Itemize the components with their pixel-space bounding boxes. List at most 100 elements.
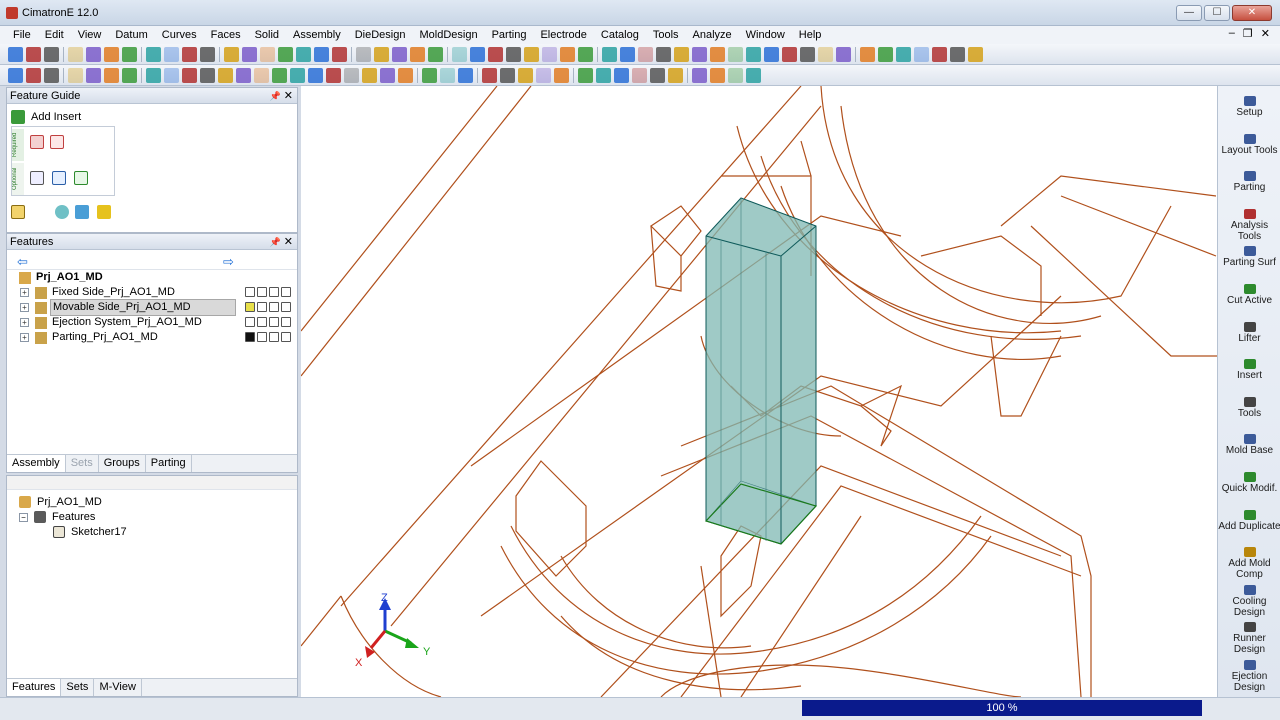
toolbar-tool-icon[interactable] — [518, 68, 533, 83]
add-insert-row[interactable]: Add Insert — [11, 110, 81, 124]
panel-cooling-design[interactable]: Cooling Design — [1218, 584, 1280, 618]
toolbar-tool-icon[interactable] — [728, 47, 743, 62]
menu-curves[interactable]: Curves — [155, 26, 204, 44]
toolbar-tool-icon[interactable] — [200, 68, 215, 83]
apply-icon[interactable] — [55, 205, 69, 219]
toolbar-tool-icon[interactable] — [710, 68, 725, 83]
asm-sketcher-node[interactable]: Sketcher17 — [53, 526, 127, 538]
required-step-1-icon[interactable] — [30, 135, 44, 149]
tab-m-view[interactable]: M-View — [94, 679, 142, 696]
toolbar-tool-icon[interactable] — [932, 47, 947, 62]
visibility-icon[interactable] — [245, 317, 255, 327]
tree-item-movable-side[interactable]: + Movable Side_Prj_AO1_MD — [7, 299, 293, 316]
toolbar-tool-icon[interactable] — [374, 47, 389, 62]
menu-tools[interactable]: Tools — [646, 26, 686, 44]
toolbar-tool-icon[interactable] — [692, 47, 707, 62]
toolbar-tool-icon[interactable] — [290, 68, 305, 83]
optional-step-2-icon[interactable] — [52, 171, 66, 185]
toolbar-tool-icon[interactable] — [380, 68, 395, 83]
visibility-icon[interactable] — [245, 332, 255, 342]
graphics-viewport[interactable]: Z Y X — [301, 86, 1217, 697]
pin-icon[interactable]: 📌 — [270, 234, 281, 250]
toolbar-tool-icon[interactable] — [428, 47, 443, 62]
panel-mold-base[interactable]: Mold Base — [1218, 434, 1280, 456]
toolbar-tool-icon[interactable] — [86, 47, 101, 62]
toolbar-tool-icon[interactable] — [914, 47, 929, 62]
tree-item-fixed-side[interactable]: + Fixed Side_Prj_AO1_MD — [7, 285, 293, 300]
toolbar-tool-icon[interactable] — [164, 47, 179, 62]
toolbar-tool-icon[interactable] — [602, 47, 617, 62]
close-icon[interactable]: ✕ — [284, 88, 293, 104]
panel-setup[interactable]: Setup — [1218, 96, 1280, 118]
toolbar-tool-icon[interactable] — [224, 47, 239, 62]
toolbar-tool-icon[interactable] — [452, 47, 467, 62]
guide-mode-icon[interactable] — [11, 205, 25, 219]
toolbar-tool-icon[interactable] — [422, 68, 437, 83]
toolbar-tool-icon[interactable] — [500, 68, 515, 83]
close-icon[interactable]: ✕ — [284, 234, 293, 250]
tab-features[interactable]: Features — [7, 679, 62, 696]
tab-sets[interactable]: Sets — [61, 679, 95, 696]
toolbar-tool-icon[interactable] — [818, 47, 833, 62]
toolbar-tool-icon[interactable] — [146, 47, 161, 62]
toolbar-tool-icon[interactable] — [8, 47, 23, 62]
maximize-button[interactable]: ☐ — [1204, 5, 1230, 21]
toolbar-tool-icon[interactable] — [344, 68, 359, 83]
toolbar-tool-icon[interactable] — [896, 47, 911, 62]
toolbar-tool-icon[interactable] — [8, 68, 23, 83]
menu-file[interactable]: File — [6, 26, 38, 44]
toolbar-tool-icon[interactable] — [236, 68, 251, 83]
toolbar-tool-icon[interactable] — [692, 68, 707, 83]
activate-icon[interactable] — [257, 287, 267, 297]
toolbar-tool-icon[interactable] — [470, 47, 485, 62]
navigate-icon[interactable] — [75, 205, 89, 219]
toolbar-tool-icon[interactable] — [242, 47, 257, 62]
toolbar-tool-icon[interactable] — [668, 68, 683, 83]
toolbar-tool-icon[interactable] — [968, 47, 983, 62]
toolbar-tool-icon[interactable] — [296, 47, 311, 62]
insert-block[interactable] — [704, 197, 818, 545]
toolbar-tool-icon[interactable] — [620, 47, 635, 62]
toolbar-tool-icon[interactable] — [638, 47, 653, 62]
open-icon[interactable] — [269, 287, 279, 297]
asm-features-node[interactable]: − Features — [19, 511, 95, 523]
menu-help[interactable]: Help — [792, 26, 829, 44]
visibility-icon[interactable] — [245, 302, 255, 312]
menu-diedesign[interactable]: DieDesign — [348, 26, 413, 44]
panel-quick-modif[interactable]: Quick Modif. — [1218, 472, 1280, 494]
toolbar-tool-icon[interactable] — [272, 68, 287, 83]
menu-datum[interactable]: Datum — [108, 26, 154, 44]
tree-item-ejection-system[interactable]: + Ejection System_Prj_AO1_MD — [7, 315, 293, 330]
toolbar-tool-icon[interactable] — [122, 47, 137, 62]
toolbar-tool-icon[interactable] — [764, 47, 779, 62]
toolbar-tool-icon[interactable] — [578, 68, 593, 83]
toolbar-tool-icon[interactable] — [836, 47, 851, 62]
close-button[interactable]: ✕ — [1232, 5, 1272, 21]
toolbar-tool-icon[interactable] — [614, 68, 629, 83]
collapse-icon[interactable]: − — [19, 512, 28, 522]
open-icon[interactable] — [269, 302, 279, 312]
toolbar-tool-icon[interactable] — [506, 47, 521, 62]
menu-window[interactable]: Window — [739, 26, 792, 44]
panel-runner-design[interactable]: Runner Design — [1218, 622, 1280, 655]
toolbar-tool-icon[interactable] — [314, 47, 329, 62]
menu-molddesign[interactable]: MoldDesign — [412, 26, 484, 44]
asm-root[interactable]: Prj_AO1_MD — [19, 496, 102, 508]
panel-add-mold-comp[interactable]: Add Mold Comp — [1218, 547, 1280, 580]
expand-icon[interactable]: + — [20, 333, 29, 342]
panel-ejection-design[interactable]: Ejection Design — [1218, 660, 1280, 693]
toolbar-tool-icon[interactable] — [800, 47, 815, 62]
expand-icon[interactable]: + — [20, 318, 29, 327]
toolbar-tool-icon[interactable] — [536, 68, 551, 83]
toolbar-tool-icon[interactable] — [26, 68, 41, 83]
toolbar-tool-icon[interactable] — [560, 47, 575, 62]
panel-tools[interactable]: Tools — [1218, 396, 1280, 419]
tab-parting[interactable]: Parting — [146, 455, 192, 472]
required-step-2-icon[interactable] — [50, 135, 64, 149]
toolbar-tool-icon[interactable] — [746, 47, 761, 62]
toolbar-tool-icon[interactable] — [578, 47, 593, 62]
toolbar-tool-icon[interactable] — [260, 47, 275, 62]
toolbar-tool-icon[interactable] — [596, 68, 611, 83]
toolbar-tool-icon[interactable] — [524, 47, 539, 62]
toolbar-tool-icon[interactable] — [182, 47, 197, 62]
